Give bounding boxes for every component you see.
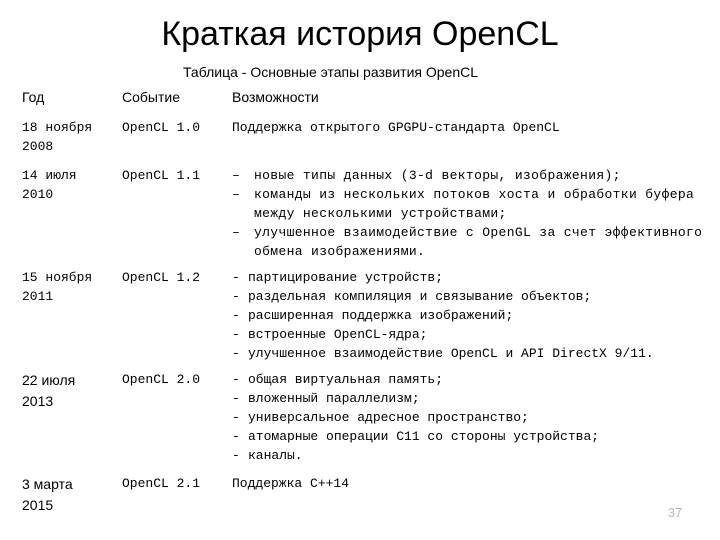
cell-year: 15 ноября 2011	[22, 270, 93, 304]
list-item-text: улучшенное взаимодействие OpenCL и API D…	[248, 346, 654, 361]
list-item: - улучшенное взаимодействие OpenCL и API…	[232, 344, 718, 363]
list-item-text: общая виртуальная память;	[248, 372, 444, 387]
list-item-text: вложенный параллелизм;	[248, 391, 420, 406]
list-item-text: команды из нескольких потоков хоста и об…	[254, 187, 695, 221]
list-item-text: партицирование устройств;	[248, 270, 444, 285]
list-item-text: универсальное адресное пространство;	[248, 410, 529, 425]
list-item: - раздельная компиляция и связывание объ…	[232, 287, 718, 306]
list-item-text: улучшенное взаимодействие с OpenGL за сч…	[254, 225, 703, 259]
list-item-text: встроенные OpenCL-ядра;	[248, 327, 428, 342]
slide-number: 37	[667, 505, 683, 520]
list-item: - каналы.	[232, 446, 718, 465]
list-item: - встроенные OpenCL-ядра;	[232, 325, 718, 344]
list-item-text: каналы.	[248, 448, 303, 463]
list-item: – новые типы данных (3-d векторы, изобра…	[232, 166, 718, 185]
cell-year: 3 марта 2015	[22, 476, 73, 513]
page-title: Краткая история OpenCL	[161, 15, 559, 53]
cell-year: 14 июля 2010	[22, 168, 77, 202]
list-item-text: раздельная компиляция и связывание объек…	[248, 289, 592, 304]
cell-event: OpenCL 1.2	[122, 270, 201, 285]
bullet-dash-icon: –	[232, 187, 241, 202]
cell-features: Поддержка открытого GPGPU-стандарта Open…	[232, 120, 560, 135]
bullet-dash-icon: -	[232, 372, 240, 387]
list-item: - вложенный параллелизм;	[232, 389, 718, 408]
list-item: - универсальное адресное пространство;	[232, 408, 718, 427]
cell-event: OpenCL 2.0	[122, 372, 201, 387]
bullet-dash-icon: -	[232, 410, 240, 425]
list-item: – команды из нескольких потоков хоста и …	[232, 185, 718, 223]
bullet-dash-icon: -	[232, 391, 240, 406]
cell-year: 22 июля 2013	[22, 372, 76, 409]
list-item: - общая виртуальная память;	[232, 370, 718, 389]
feature-list: - общая виртуальная память; - вложенный …	[232, 370, 718, 465]
cell-year: 18 ноября 2008	[22, 120, 93, 154]
bullet-dash-icon: -	[232, 289, 240, 304]
cell-features: - общая виртуальная память; - вложенный …	[232, 370, 718, 465]
bullet-dash-icon: -	[232, 327, 240, 342]
bullet-dash-icon: –	[232, 225, 241, 240]
list-item-text: расширенная поддержка изображений;	[248, 308, 514, 323]
list-item: – улучшенное взаимодействие с OpenGL за …	[232, 223, 718, 261]
cell-features: – новые типы данных (3-d векторы, изобра…	[232, 166, 718, 261]
table-caption: Таблица - Основные этапы развития OpenCL	[183, 64, 478, 80]
bullet-dash-icon: -	[232, 346, 240, 361]
list-item: - атомарные операции C11 со стороны устр…	[232, 427, 718, 446]
cell-event: OpenCL 1.0	[122, 120, 201, 135]
cell-features: - партицирование устройств; - раздельная…	[232, 268, 718, 363]
list-item: - расширенная поддержка изображений;	[232, 306, 718, 325]
list-item: - партицирование устройств;	[232, 268, 718, 287]
column-header-year: Год	[22, 89, 45, 105]
cell-event: OpenCL 2.1	[122, 476, 201, 491]
feature-list: - партицирование устройств; - раздельная…	[232, 268, 718, 363]
bullet-dash-icon: -	[232, 448, 240, 463]
column-header-event: Событие	[122, 89, 180, 105]
bullet-dash-icon: -	[232, 270, 240, 285]
cell-features: Поддержка C++14	[232, 476, 350, 491]
cell-event: OpenCL 1.1	[122, 168, 201, 183]
bullet-dash-icon: -	[232, 308, 240, 323]
slide-canvas: Краткая история OpenCL Таблица - Основны…	[0, 0, 720, 540]
feature-list: – новые типы данных (3-d векторы, изобра…	[232, 166, 718, 261]
list-item-text: новые типы данных (3-d векторы, изображе…	[254, 168, 621, 183]
bullet-dash-icon: –	[232, 168, 241, 183]
list-item-text: атомарные операции C11 со стороны устрой…	[248, 429, 600, 444]
bullet-dash-icon: -	[232, 429, 240, 444]
column-header-features: Возможности	[232, 89, 319, 105]
